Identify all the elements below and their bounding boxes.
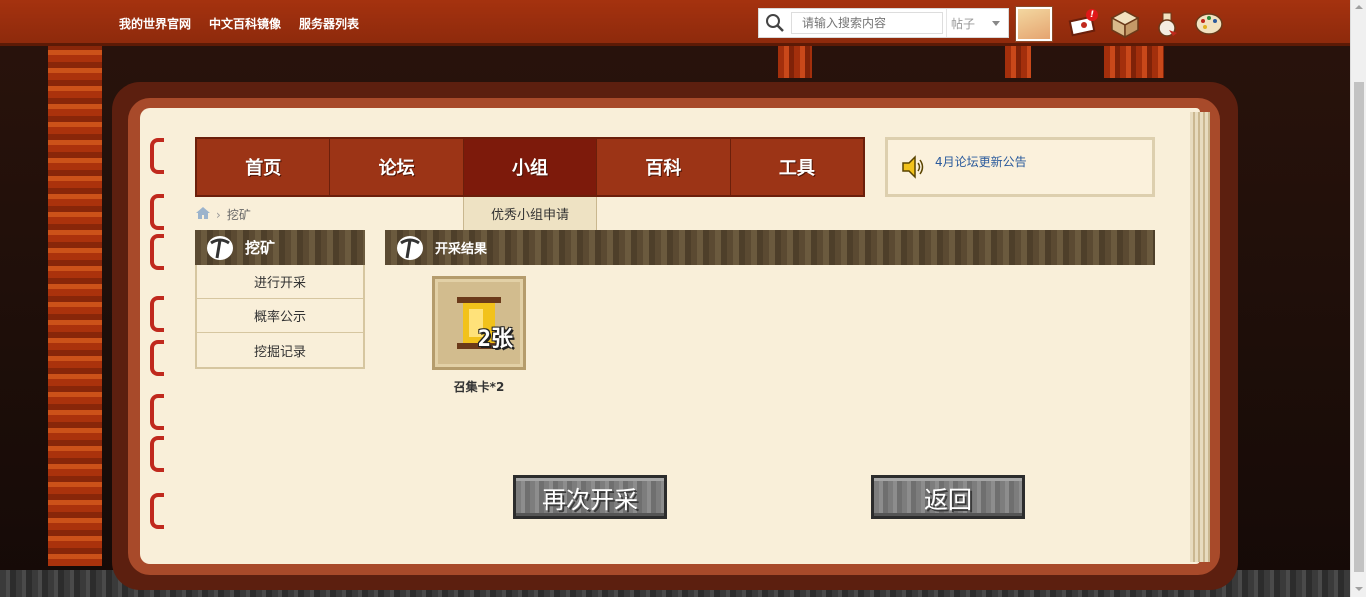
home-icon[interactable]: [196, 207, 210, 222]
announcement-link[interactable]: 4月论坛更新公告: [935, 153, 1027, 170]
scroll-thumb[interactable]: [1354, 82, 1364, 572]
potion-icon[interactable]: [1150, 7, 1184, 41]
binder-rings: [150, 138, 168, 538]
search-type-label: 帖子: [951, 16, 976, 31]
search-type-select[interactable]: 帖子: [946, 9, 1008, 37]
search-icon[interactable]: [759, 9, 791, 37]
top-icon-group: !: [1066, 7, 1226, 41]
nav-item-groups[interactable]: 小组: [463, 139, 598, 195]
result-header: 开采结果: [385, 230, 1155, 265]
nav-item-tools[interactable]: 工具: [731, 139, 863, 195]
announcement-box: 4月论坛更新公告: [885, 137, 1155, 197]
scroll-up-icon[interactable]: [1355, 5, 1363, 9]
crafting-table-icon[interactable]: [1108, 7, 1142, 41]
pickaxe-icon: [393, 233, 427, 263]
page-edge: [1190, 112, 1210, 562]
reward-count-overlay: 2张: [477, 327, 513, 352]
avatar[interactable]: [1016, 7, 1052, 41]
top-bar: 我的世界官网 中文百科镜像 服务器列表 帖子 !: [0, 0, 1350, 46]
breadcrumb-separator: ›: [216, 207, 221, 222]
top-links: 我的世界官网 中文百科镜像 服务器列表: [119, 15, 359, 32]
sidebar-item-mine[interactable]: 进行开采: [197, 265, 363, 299]
reward-label: 召集卡*2: [453, 380, 505, 394]
page-scrollbar[interactable]: [1350, 0, 1366, 597]
link-server-list[interactable]: 服务器列表: [299, 15, 359, 32]
nav-item-wiki[interactable]: 百科: [597, 139, 731, 195]
notification-badge: !: [1086, 9, 1098, 21]
sidebar-item-records[interactable]: 挖掘记录: [197, 333, 363, 367]
main-nav: 首页 论坛 小组 百科 工具: [195, 137, 865, 197]
link-wiki-mirror[interactable]: 中文百科镜像: [209, 15, 281, 32]
sidebar-menu: 进行开采 概率公示 挖掘记录: [195, 265, 365, 369]
pickaxe-icon: [203, 233, 237, 263]
search-box: 帖子: [758, 8, 1009, 38]
breadcrumb: › 挖矿: [196, 206, 251, 223]
sidebar-item-probability[interactable]: 概率公示: [197, 299, 363, 333]
lava-block: [778, 46, 812, 78]
lava-block: [1005, 46, 1031, 78]
scroll-down-icon[interactable]: [1355, 587, 1363, 591]
lava-column: [48, 46, 102, 566]
search-input[interactable]: [791, 12, 943, 34]
reward-card[interactable]: 2张: [432, 276, 526, 370]
mine-again-button[interactable]: 再次开采: [513, 475, 667, 519]
nav-item-forum[interactable]: 论坛: [330, 139, 464, 195]
messages-icon[interactable]: !: [1066, 7, 1100, 41]
sidebar-header: 挖矿: [195, 230, 365, 265]
back-button[interactable]: 返回: [871, 475, 1025, 519]
link-official-site[interactable]: 我的世界官网: [119, 15, 191, 32]
breadcrumb-current: 挖矿: [226, 208, 251, 222]
speaker-icon: [900, 154, 926, 184]
palette-icon[interactable]: [1192, 7, 1226, 41]
result-title: 开采结果: [435, 242, 488, 257]
chevron-down-icon: [992, 20, 1000, 26]
lava-block: [1104, 46, 1164, 78]
nav-item-home[interactable]: 首页: [197, 139, 331, 195]
sidebar-title: 挖矿: [245, 239, 276, 257]
subnav-item-excellent-group[interactable]: 优秀小组申请: [463, 197, 597, 231]
